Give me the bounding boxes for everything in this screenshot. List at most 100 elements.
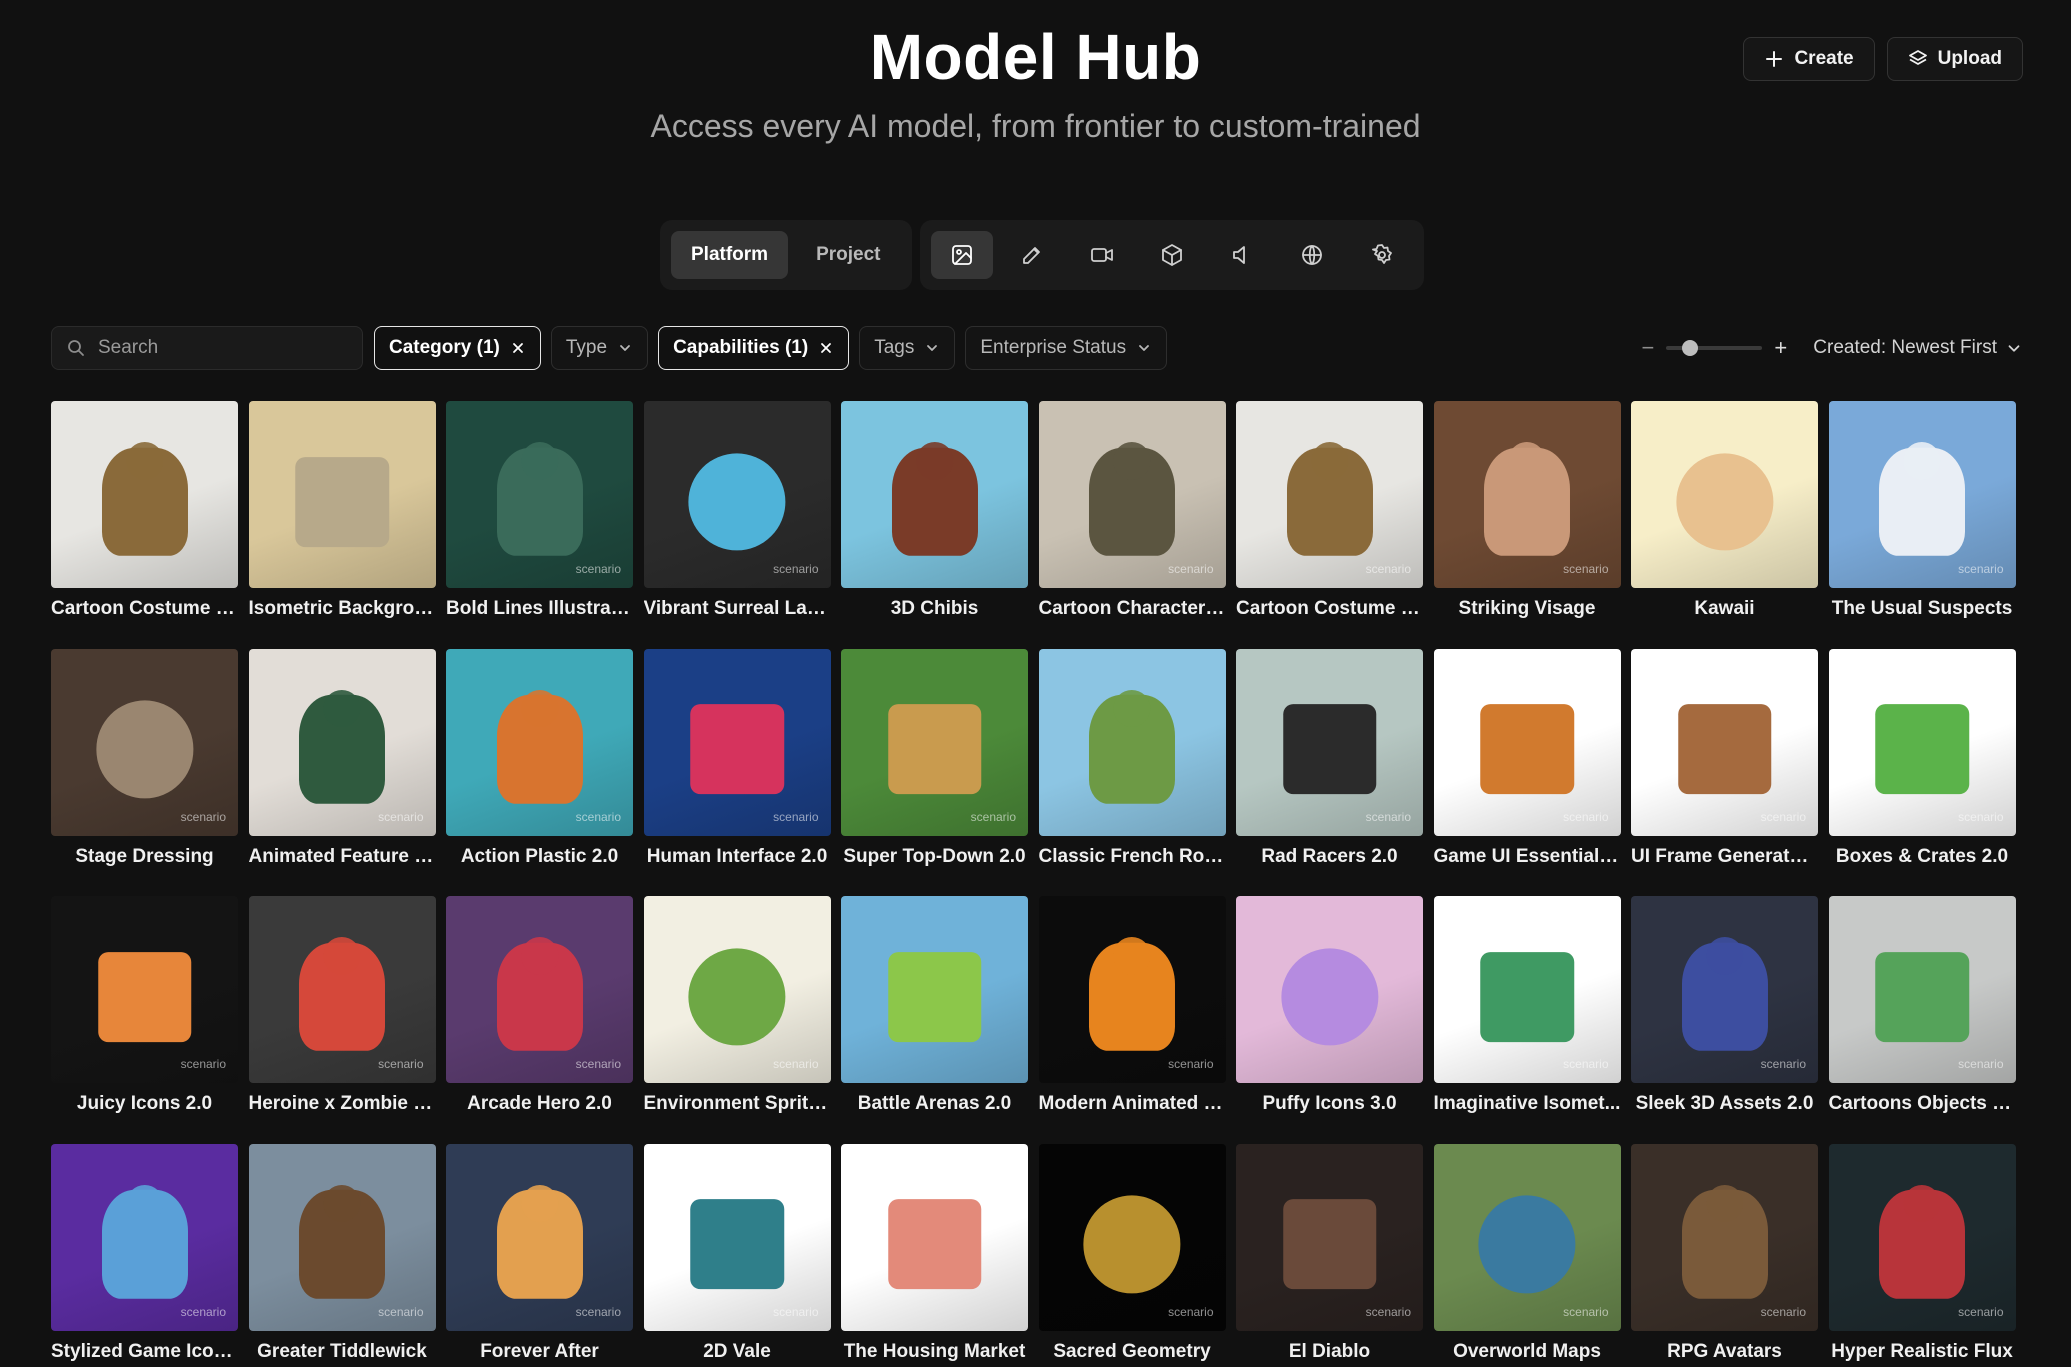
model-card[interactable]: scenario Environment Sprites... — [643, 896, 831, 1144]
model-thumbnail[interactable]: scenario — [643, 401, 831, 588]
model-card[interactable]: scenario Arcade Hero 2.0 — [446, 896, 633, 1144]
model-card[interactable]: scenario UI Frame Generator... — [1631, 648, 1818, 897]
model-thumbnail[interactable]: scenario — [1631, 648, 1818, 836]
model-card[interactable]: scenario RPG Avatars — [1631, 1143, 1818, 1367]
model-thumbnail[interactable]: scenario — [248, 896, 436, 1083]
model-thumbnail[interactable] — [1631, 401, 1818, 588]
search-input[interactable] — [98, 337, 328, 359]
model-card[interactable]: Cartoon Costume S... — [51, 401, 238, 649]
upload-button[interactable]: Upload — [1886, 37, 2023, 81]
model-thumbnail[interactable]: scenario — [1236, 401, 1423, 588]
model-thumbnail[interactable]: scenario — [1236, 648, 1423, 836]
model-thumbnail[interactable]: scenario — [841, 648, 1028, 836]
model-thumbnail[interactable]: scenario — [1433, 401, 1621, 588]
model-thumbnail[interactable]: scenario — [643, 1143, 831, 1331]
model-thumbnail[interactable]: scenario — [643, 896, 831, 1083]
model-card[interactable]: scenario Super Top-Down 2.0 — [841, 648, 1028, 897]
model-thumbnail[interactable]: scenario — [1433, 1143, 1621, 1331]
clear-filter-icon[interactable] — [510, 340, 526, 356]
model-thumbnail[interactable] — [841, 1143, 1028, 1331]
model-thumbnail[interactable]: scenario — [1631, 896, 1818, 1083]
tab-project[interactable]: Project — [796, 231, 900, 279]
model-card[interactable]: scenario Imaginative Isomet... — [1433, 896, 1621, 1144]
model-thumbnail[interactable] — [51, 401, 238, 588]
model-thumbnail[interactable]: scenario — [446, 401, 633, 588]
model-thumbnail[interactable]: scenario — [446, 896, 633, 1083]
media-toggle-edit[interactable] — [1001, 231, 1063, 279]
model-card[interactable]: scenario Action Plastic 2.0 — [446, 648, 633, 897]
model-card[interactable]: scenario Rad Racers 2.0 — [1236, 648, 1423, 897]
model-card[interactable]: scenario Hyper Realistic Flux — [1828, 1143, 2016, 1367]
model-thumbnail[interactable]: scenario — [248, 1143, 436, 1331]
media-toggle-image[interactable] — [930, 231, 993, 279]
model-thumbnail[interactable]: scenario — [643, 648, 831, 836]
create-button[interactable]: Create — [1743, 37, 1875, 81]
model-card[interactable]: scenario Heroine x Zombie 2.... — [248, 896, 436, 1144]
model-thumbnail[interactable]: scenario — [248, 648, 436, 836]
media-toggle-globe[interactable] — [1281, 231, 1343, 279]
model-thumbnail[interactable]: scenario — [1038, 401, 1226, 588]
model-card[interactable]: Classic French Roas... — [1038, 648, 1226, 897]
model-card[interactable]: scenario Stage Dressing — [51, 648, 238, 897]
zoom-slider-handle[interactable] — [1682, 340, 1699, 356]
filter-chip-type[interactable]: Type — [550, 326, 649, 370]
model-card[interactable]: scenario The Usual Suspects — [1828, 401, 2016, 649]
media-toggle-audio[interactable] — [1211, 231, 1273, 279]
model-card[interactable]: scenario Game UI Essentials ... — [1433, 648, 1621, 897]
filter-chip-category[interactable]: Category (1) — [374, 326, 541, 370]
model-thumbnail[interactable] — [841, 401, 1028, 588]
model-thumbnail[interactable] — [248, 401, 436, 588]
model-thumbnail[interactable]: scenario — [51, 648, 238, 836]
model-card[interactable]: scenario Vibrant Surreal Lan... — [643, 401, 831, 649]
model-card[interactable]: Puffy Icons 3.0 — [1236, 896, 1423, 1144]
model-card[interactable]: scenario Sleek 3D Assets 2.0 — [1631, 896, 1818, 1144]
model-card[interactable]: scenario Forever After — [446, 1143, 633, 1367]
model-card[interactable]: scenario Cartoon Costume S... — [1236, 401, 1423, 649]
model-card[interactable]: scenario Striking Visage — [1433, 401, 1621, 649]
clear-filter-icon[interactable] — [818, 340, 834, 356]
media-toggle-settings[interactable] — [1351, 231, 1413, 279]
model-thumbnail[interactable]: scenario — [1828, 401, 2016, 588]
model-card[interactable]: scenario 2D Vale — [643, 1143, 831, 1367]
model-card[interactable]: scenario Sacred Geometry — [1038, 1143, 1226, 1367]
model-card[interactable]: scenario Boxes & Crates 2.0 — [1828, 648, 2016, 897]
media-toggle-video[interactable] — [1071, 231, 1133, 279]
tab-platform[interactable]: Platform — [671, 231, 789, 279]
model-card[interactable]: 3D Chibis — [841, 401, 1028, 649]
model-thumbnail[interactable]: scenario — [1038, 896, 1226, 1083]
filter-chip-tags[interactable]: Tags — [859, 326, 956, 370]
model-thumbnail[interactable]: scenario — [51, 896, 238, 1083]
model-card[interactable]: scenario Cartoon Characters... — [1038, 401, 1226, 649]
zoom-out-button[interactable]: − — [1642, 335, 1655, 361]
zoom-in-button[interactable]: + — [1774, 335, 1787, 361]
filter-chip-enterprise-status[interactable]: Enterprise Status — [965, 326, 1168, 370]
model-card[interactable]: scenario Cartoons Objects 2.0 — [1828, 896, 2016, 1144]
model-thumbnail[interactable] — [1038, 648, 1226, 836]
model-thumbnail[interactable] — [841, 896, 1028, 1083]
model-card[interactable]: The Housing Market — [841, 1143, 1028, 1367]
model-card[interactable]: scenario Stylized Game Icon... — [51, 1143, 238, 1367]
model-thumbnail[interactable]: scenario — [1828, 648, 2016, 836]
model-thumbnail[interactable]: scenario — [446, 648, 633, 836]
model-card[interactable]: scenario Overworld Maps — [1433, 1143, 1621, 1367]
model-card[interactable]: Kawaii — [1631, 401, 1818, 649]
model-thumbnail[interactable]: scenario — [1631, 1143, 1818, 1331]
model-card[interactable]: scenario Modern Animated F... — [1038, 896, 1226, 1144]
filter-chip-capabilities[interactable]: Capabilities (1) — [658, 326, 850, 370]
model-card[interactable]: Isometric Backgrou... — [248, 401, 436, 649]
model-thumbnail[interactable]: scenario — [1236, 1143, 1423, 1331]
sort-dropdown[interactable]: Created: Newest First — [1813, 337, 2023, 359]
model-card[interactable]: scenario Bold Lines Illustratio... — [446, 401, 633, 649]
model-thumbnail[interactable] — [1236, 896, 1423, 1083]
model-thumbnail[interactable]: scenario — [1828, 896, 2016, 1083]
model-card[interactable]: scenario Greater Tiddlewick — [248, 1143, 436, 1367]
model-card[interactable]: scenario El Diablo — [1236, 1143, 1423, 1367]
model-card[interactable]: scenario Juicy Icons 2.0 — [51, 896, 238, 1144]
model-thumbnail[interactable]: scenario — [51, 1143, 238, 1331]
media-toggle-cube-3d[interactable] — [1141, 231, 1203, 279]
model-thumbnail[interactable]: scenario — [1433, 648, 1621, 836]
model-card[interactable]: scenario Human Interface 2.0 — [643, 648, 831, 897]
model-card[interactable]: scenario Animated Feature 2... — [248, 648, 436, 897]
model-thumbnail[interactable]: scenario — [1828, 1143, 2016, 1331]
model-thumbnail[interactable]: scenario — [1038, 1143, 1226, 1331]
